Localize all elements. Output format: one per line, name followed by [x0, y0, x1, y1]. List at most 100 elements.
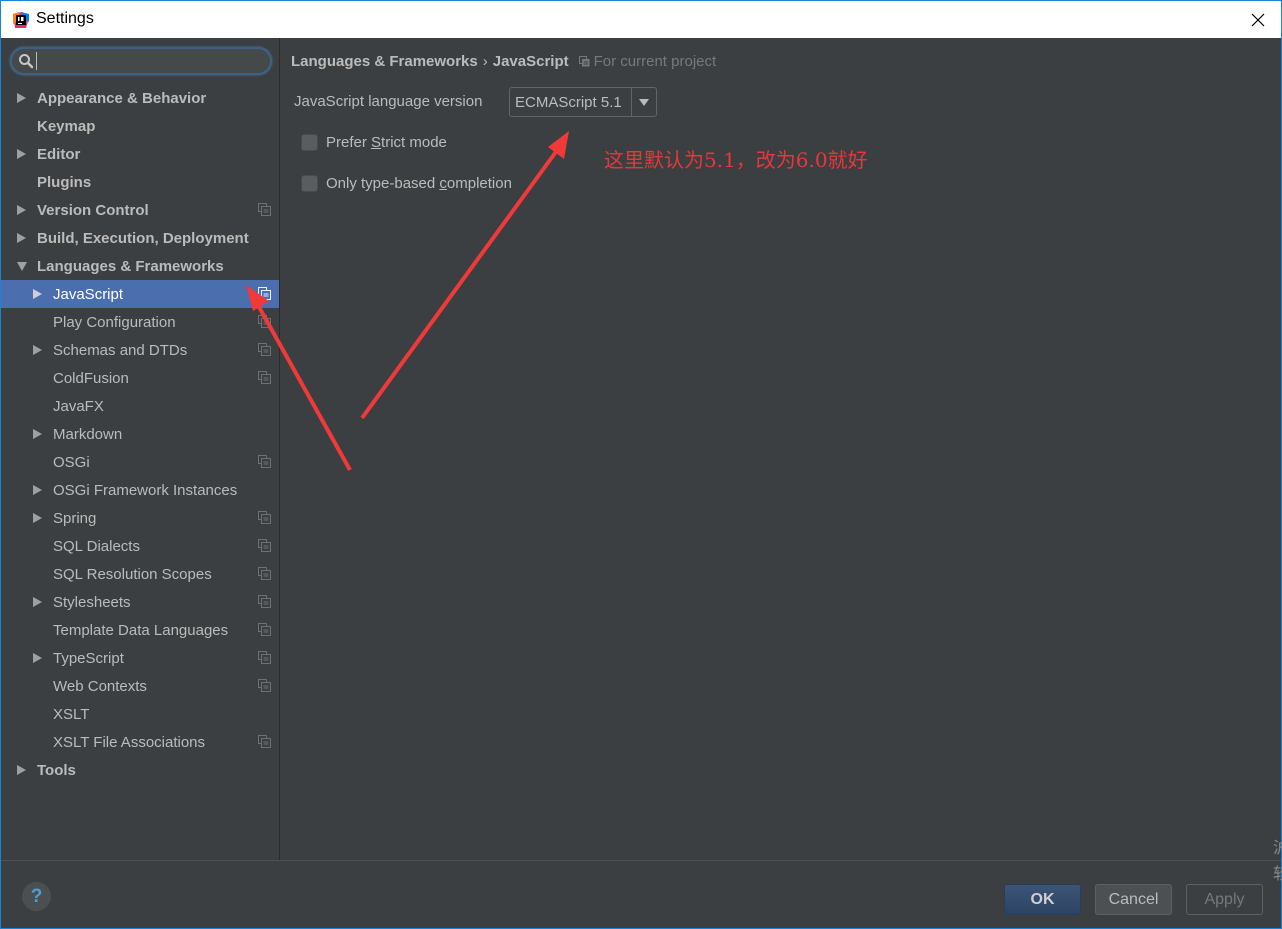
search-input[interactable]	[36, 52, 266, 70]
sidebar-item-stylesheets[interactable]: Stylesheets	[1, 588, 279, 616]
sidebar-item-label: ColdFusion	[53, 369, 129, 387]
help-button[interactable]: ?	[22, 882, 51, 911]
expand-arrow-down-icon[interactable]	[17, 262, 27, 271]
scope-label: For current project	[593, 53, 717, 70]
sidebar-item-label: OSGi Framework Instances	[53, 481, 238, 499]
expand-arrow-right-icon[interactable]	[17, 205, 26, 215]
sidebar-item-template-data-languages[interactable]: Template Data Languages	[1, 616, 279, 644]
expand-arrow-right-icon[interactable]	[17, 765, 26, 775]
sidebar-item-javascript[interactable]: JavaScript	[1, 280, 279, 308]
project-scope-icon	[258, 567, 271, 580]
dropdown-arrow[interactable]	[631, 88, 656, 116]
annotation-note: 这里默认为5.1，改为6.0就好	[604, 148, 868, 172]
scope-indicator: For current project	[578, 53, 717, 70]
sidebar-item-label: Web Contexts	[53, 677, 147, 695]
sidebar-item-label: SQL Dialects	[53, 537, 140, 555]
sidebar-item-label: Build, Execution, Deployment	[37, 229, 249, 247]
chevron-down-icon	[639, 98, 650, 106]
settings-tree: Appearance & Behavior Keymap Editor Plugins…	[1, 84, 279, 784]
sidebar-item-label: Editor	[37, 145, 81, 163]
dialog-footer: ? OK Cancel Apply	[1, 860, 1281, 928]
prefer-strict-mode-label: Prefer Strict mode	[326, 134, 447, 151]
project-scope-icon	[258, 735, 271, 748]
expand-arrow-right-icon[interactable]	[17, 233, 26, 243]
window-title: Settings	[36, 10, 94, 27]
project-scope-icon	[258, 287, 271, 300]
breadcrumb-current: JavaScript	[492, 53, 569, 70]
sidebar-item-spring[interactable]: Spring	[1, 504, 279, 532]
breadcrumb: Languages & Frameworks › JavaScript For …	[291, 53, 716, 70]
expand-arrow-right-icon[interactable]	[33, 513, 42, 523]
sidebar-item-label: XSLT File Associations	[53, 733, 206, 751]
expand-arrow-right-icon[interactable]	[33, 429, 42, 439]
sidebar-item-label: Plugins	[37, 173, 92, 191]
sidebar-item-languages-frameworks[interactable]: Languages & Frameworks	[1, 252, 279, 280]
sidebar-item-osgi-framework-instances[interactable]: OSGi Framework Instances	[1, 476, 279, 504]
sidebar-item-schemas-and-dtds[interactable]: Schemas and DTDs	[1, 336, 279, 364]
sidebar-item-osgi[interactable]: OSGi	[1, 448, 279, 476]
search-box[interactable]	[10, 47, 272, 75]
expand-arrow-right-icon[interactable]	[33, 597, 42, 607]
project-scope-icon	[258, 539, 271, 552]
apply-button[interactable]: Apply	[1186, 884, 1263, 915]
project-scope-icon	[258, 623, 271, 636]
project-scope-icon	[258, 595, 271, 608]
sidebar-item-keymap[interactable]: Keymap	[1, 112, 279, 140]
language-version-value: ECMAScript 5.1	[515, 93, 622, 111]
sidebar-item-appearance-behavior[interactable]: Appearance & Behavior	[1, 84, 279, 112]
project-scope-icon	[258, 651, 271, 664]
close-button[interactable]	[1235, 1, 1281, 38]
settings-content: Languages & Frameworks › JavaScript For …	[281, 38, 1281, 860]
sidebar-item-label: XSLT	[53, 705, 90, 723]
breadcrumb-parent: Languages & Frameworks	[291, 53, 478, 70]
sidebar-item-plugins[interactable]: Plugins	[1, 168, 279, 196]
sidebar-item-editor[interactable]: Editor	[1, 140, 279, 168]
sidebar-item-label: JavaScript	[53, 285, 124, 303]
sidebar-item-sql-dialects[interactable]: SQL Dialects	[1, 532, 279, 560]
project-scope-icon	[578, 56, 590, 67]
sidebar-item-xslt[interactable]: XSLT	[1, 700, 279, 728]
sidebar-item-markdown[interactable]: Markdown	[1, 420, 279, 448]
sidebar-item-label: Schemas and DTDs	[53, 341, 188, 359]
sidebar-item-web-contexts[interactable]: Web Contexts	[1, 672, 279, 700]
search-icon	[19, 54, 34, 69]
sidebar-item-label: Version Control	[37, 201, 149, 219]
sidebar-item-javafx[interactable]: JavaFX	[1, 392, 279, 420]
sidebar-item-label: JavaFX	[53, 397, 104, 415]
sidebar-item-version-control[interactable]: Version Control	[1, 196, 279, 224]
sidebar-item-label: Appearance & Behavior	[37, 89, 207, 107]
language-version-label: JavaScript language version	[294, 93, 483, 110]
language-version-dropdown[interactable]: ECMAScript 5.1	[509, 87, 657, 117]
expand-arrow-right-icon[interactable]	[33, 289, 42, 299]
expand-arrow-right-icon[interactable]	[33, 653, 42, 663]
sidebar-item-coldfusion[interactable]: ColdFusion	[1, 364, 279, 392]
type-based-completion-option[interactable]: Only type-based completion	[301, 175, 512, 192]
help-icon: ?	[30, 885, 43, 907]
expand-arrow-right-icon[interactable]	[17, 93, 26, 103]
type-based-completion-label: Only type-based completion	[326, 175, 512, 192]
project-scope-icon	[258, 343, 271, 356]
project-scope-icon	[258, 315, 271, 328]
sidebar-item-label: OSGi	[53, 453, 90, 471]
title-bar: Settings	[1, 1, 1281, 38]
project-scope-icon	[258, 371, 271, 384]
edge-text-fragment: 沪 软	[1273, 840, 1282, 883]
expand-arrow-right-icon[interactable]	[33, 345, 42, 355]
sidebar-item-xslt-file-associations[interactable]: XSLT File Associations	[1, 728, 279, 756]
expand-arrow-right-icon[interactable]	[33, 485, 42, 495]
sidebar-item-play-configuration[interactable]: Play Configuration	[1, 308, 279, 336]
sidebar-item-tools[interactable]: Tools	[1, 756, 279, 784]
prefer-strict-mode-checkbox[interactable]	[301, 134, 318, 151]
type-based-completion-checkbox[interactable]	[301, 175, 318, 192]
sidebar-item-label: Languages & Frameworks	[37, 257, 224, 275]
sidebar-item-sql-resolution-scopes[interactable]: SQL Resolution Scopes	[1, 560, 279, 588]
settings-dialog: Settings Appearance & Behavior Keymap Edit…	[0, 0, 1282, 929]
sidebar-item-build-execution-deployment[interactable]: Build, Execution, Deployment	[1, 224, 279, 252]
project-scope-icon	[258, 511, 271, 524]
sidebar-item-typescript[interactable]: TypeScript	[1, 644, 279, 672]
prefer-strict-mode-option[interactable]: Prefer Strict mode	[301, 134, 447, 151]
cancel-button[interactable]: Cancel	[1095, 884, 1172, 915]
ok-button[interactable]: OK	[1004, 884, 1081, 915]
expand-arrow-right-icon[interactable]	[17, 149, 26, 159]
sidebar-item-label: Tools	[37, 761, 76, 779]
